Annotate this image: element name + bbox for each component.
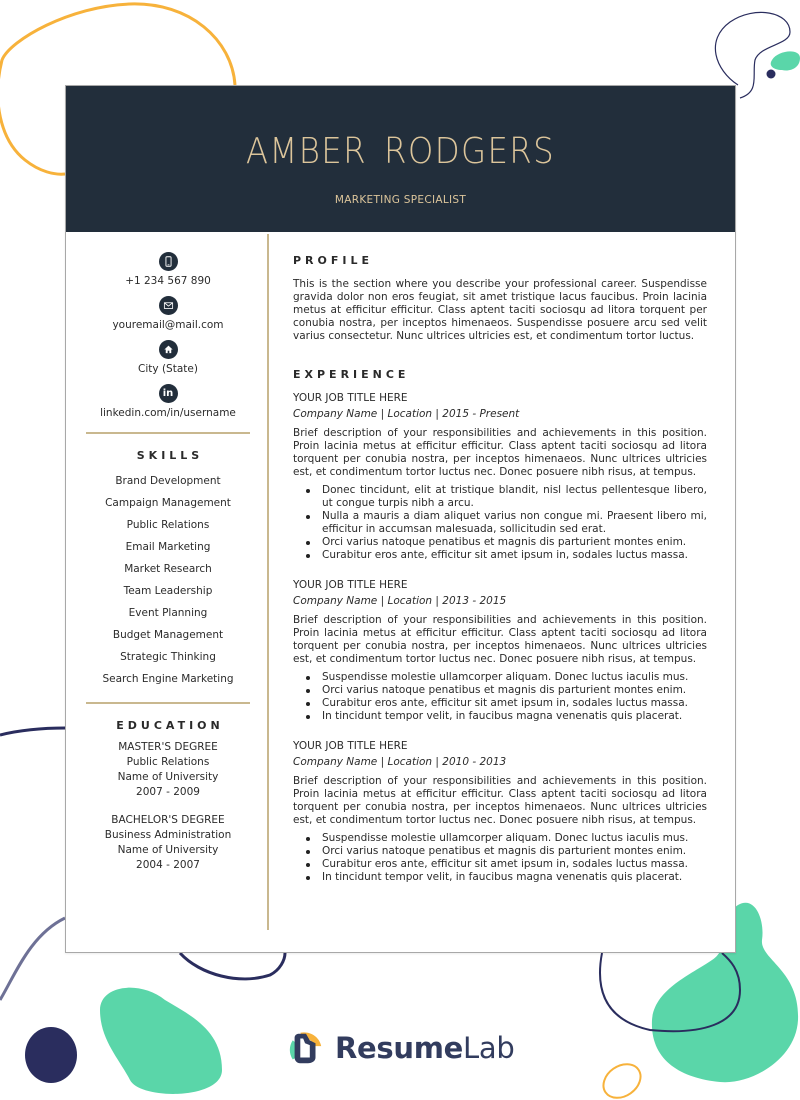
education-entry: BACHELOR'S DEGREE Business Administratio… xyxy=(86,813,250,873)
job-role: YOUR JOB TITLE HERE xyxy=(293,392,408,404)
job-bullet: Donec tincidunt, elit at tristique bland… xyxy=(305,484,707,510)
navy-circle-decoration xyxy=(25,1027,77,1083)
teal-shape-decoration xyxy=(100,987,222,1094)
job-meta: Company Name | Location | 2015 - Present xyxy=(293,408,520,420)
candidate-job-title: MARKETING SPECIALIST xyxy=(334,194,467,206)
experience-entry: YOUR JOB TITLE HERE Company Name | Locat… xyxy=(293,392,707,562)
phone-number: +1 234 567 890 xyxy=(125,275,211,287)
column-divider xyxy=(267,234,269,930)
job-bullets: Donec tincidunt, elit at tristique bland… xyxy=(293,484,707,562)
job-bullet: Nulla a mauris a diam aliquet varius non… xyxy=(305,510,707,536)
job-bullet: In tincidunt tempor velit, in faucibus m… xyxy=(305,710,707,723)
education-school: Name of University xyxy=(117,771,219,783)
skill-item: Team Leadership xyxy=(123,585,213,597)
job-description: Brief description of your responsibiliti… xyxy=(293,614,707,665)
job-bullet: Suspendisse molestie ullamcorper aliquam… xyxy=(305,832,707,845)
education-heading: EDUCATION xyxy=(116,719,224,732)
contact-phone: +1 234 567 890 xyxy=(86,252,250,288)
skill-item: Email Marketing xyxy=(125,541,211,553)
navy-arc-decoration xyxy=(178,951,287,981)
skills-heading: SKILLS xyxy=(136,449,204,462)
linkedin-url[interactable]: linkedin.com/in/username xyxy=(100,407,236,420)
education-field: Business Administration xyxy=(104,829,232,841)
contact-linkedin: in linkedin.com/in/username xyxy=(86,384,250,420)
brand-name-bold: Resume xyxy=(335,1031,463,1065)
job-bullet: Orci varius natoque penatibus et magnis … xyxy=(305,845,707,858)
skill-item: Strategic Thinking xyxy=(120,651,216,663)
skill-item: Search Engine Marketing xyxy=(102,673,234,685)
experience-entry: YOUR JOB TITLE HERE Company Name | Locat… xyxy=(293,579,707,723)
profile-heading: PROFILE xyxy=(293,254,374,267)
main-content: PROFILE This is the section where you de… xyxy=(293,254,707,901)
sidebar: +1 234 567 890 youremail@mail.com City (… xyxy=(86,252,250,886)
skill-item: Brand Development xyxy=(115,475,221,487)
skill-item: Public Relations xyxy=(126,519,210,531)
brand-name: ResumeLab xyxy=(335,1031,515,1065)
education-years: 2007 - 2009 xyxy=(136,786,200,798)
resume-header: AMBER RODGERS MARKETING SPECIALIST xyxy=(66,86,735,232)
sidebar-divider xyxy=(86,432,250,434)
home-icon xyxy=(158,340,178,359)
orange-ring-decoration xyxy=(602,1063,642,1099)
job-description: Brief description of your responsibiliti… xyxy=(293,775,707,826)
education-field: Public Relations xyxy=(126,756,210,768)
job-bullet: Curabitur eros ante, efficitur sit amet … xyxy=(305,858,707,871)
education-entry: MASTER'S DEGREE Public Relations Name of… xyxy=(86,740,250,800)
job-role: YOUR JOB TITLE HERE xyxy=(293,579,408,591)
location: City (State) xyxy=(138,363,198,375)
skill-item: Budget Management xyxy=(112,629,224,641)
resumelab-brand[interactable]: ResumeLab xyxy=(287,1029,515,1067)
education-school: Name of University xyxy=(117,844,219,856)
experience-entry: YOUR JOB TITLE HERE Company Name | Locat… xyxy=(293,740,707,884)
navy-dot-decoration xyxy=(766,69,776,79)
job-meta: Company Name | Location | 2010 - 2013 xyxy=(293,756,507,768)
job-meta: Company Name | Location | 2013 - 2015 xyxy=(293,595,507,607)
education-degree: BACHELOR'S DEGREE xyxy=(111,814,225,826)
email-address[interactable]: youremail@mail.com xyxy=(112,319,223,332)
profile-text: This is the section where you describe y… xyxy=(293,278,707,342)
resumelab-logo-icon xyxy=(289,1032,322,1064)
brand-name-light: Lab xyxy=(463,1031,515,1065)
job-bullet: Curabitur eros ante, efficitur sit amet … xyxy=(305,549,707,562)
education-years: 2004 - 2007 xyxy=(136,859,200,871)
skill-item: Event Planning xyxy=(128,607,208,619)
linkedin-icon: in xyxy=(158,384,178,403)
sidebar-divider xyxy=(86,702,250,704)
job-bullet: Orci varius natoque penatibus et magnis … xyxy=(305,684,707,697)
skill-item: Market Research xyxy=(124,563,212,575)
job-bullet: Orci varius natoque penatibus et magnis … xyxy=(305,536,707,549)
mail-icon xyxy=(158,296,178,315)
job-description: Brief description of your responsibiliti… xyxy=(293,427,707,478)
job-bullet: Curabitur eros ante, efficitur sit amet … xyxy=(305,697,707,710)
job-bullets: Suspendisse molestie ullamcorper aliquam… xyxy=(293,671,707,723)
navy-line-decoration xyxy=(0,726,67,737)
education-degree: MASTER'S DEGREE xyxy=(118,741,218,753)
phone-icon xyxy=(158,252,178,271)
contact-location: City (State) xyxy=(86,340,250,376)
skill-item: Campaign Management xyxy=(105,497,231,509)
navy-curve-decoration xyxy=(0,916,66,1001)
skills-list: Brand Development Campaign Management Pu… xyxy=(86,470,250,690)
job-role: YOUR JOB TITLE HERE xyxy=(293,740,408,752)
experience-heading: EXPERIENCE xyxy=(293,368,410,381)
candidate-name: AMBER RODGERS xyxy=(245,131,556,172)
teal-blob-decoration xyxy=(770,51,800,71)
contact-email: youremail@mail.com xyxy=(86,296,250,332)
job-bullets: Suspendisse molestie ullamcorper aliquam… xyxy=(293,832,707,884)
job-bullet: Suspendisse molestie ullamcorper aliquam… xyxy=(305,671,707,684)
job-bullet: In tincidunt tempor velit, in faucibus m… xyxy=(305,871,707,884)
resume-page: AMBER RODGERS MARKETING SPECIALIST +1 23… xyxy=(65,85,736,953)
